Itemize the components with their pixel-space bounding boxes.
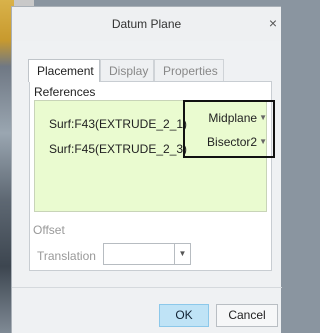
constraint-dropdown-bisector[interactable]: Bisector2 ▼ [207,135,267,149]
offset-label: Offset [33,223,65,237]
dialog-title: Datum Plane [111,17,182,31]
chevron-down-icon: ▼ [259,137,267,146]
constraint-dropdown-midplane[interactable]: Midplane ▼ [208,111,267,125]
tab-display[interactable]: Display [100,59,154,81]
constraint-value: Bisector2 [207,135,258,149]
translation-label: Translation [37,249,96,263]
button-separator [12,287,282,288]
tab-placement[interactable]: Placement [28,59,100,82]
tab-properties[interactable]: Properties [154,59,224,81]
reference-name: Surf:F43(EXTRUDE_2_1) [49,117,188,131]
translation-dropdown[interactable]: ▼ [175,243,191,265]
chevron-down-icon: ▼ [259,113,267,122]
constraint-selection-highlight: Midplane ▼ Bisector2 ▼ [183,100,275,158]
reference-name: Surf:F45(EXTRUDE_2_3) [49,142,188,156]
ok-button[interactable]: OK [159,304,209,327]
datum-plane-dialog: Datum Plane × Placement Display Properti… [11,6,282,333]
constraint-value: Midplane [208,111,258,125]
references-label: References [34,85,96,99]
cancel-button[interactable]: Cancel [216,304,278,327]
translation-input[interactable] [103,243,175,265]
close-icon[interactable]: × [269,15,277,31]
chevron-down-icon: ▼ [178,249,187,258]
dialog-titlebar[interactable]: Datum Plane × [12,7,281,41]
